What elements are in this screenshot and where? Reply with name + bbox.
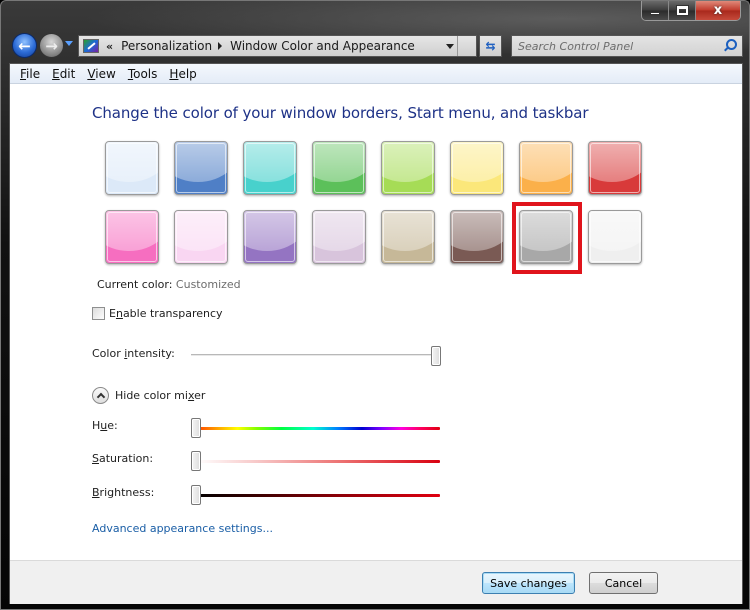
caption-buttons: x [641,1,741,21]
cancel-button[interactable]: Cancel [589,572,658,594]
swatch-inner-border [107,143,157,193]
color-swatch-lavender[interactable] [312,210,366,264]
swatch-inner-border [176,143,226,193]
chevron-up-icon [96,392,105,402]
advanced-appearance-settings-link[interactable]: Advanced appearance settings... [92,522,273,535]
selected-swatch-highlight [512,202,582,274]
color-swatch-leaf[interactable] [312,141,366,195]
refresh-icon: ⇆ [485,39,496,53]
address-bar[interactable]: « Personalization Window Color and Appea… [78,35,477,57]
search-box [511,35,743,57]
enable-transparency-option[interactable]: Enable transparency [92,307,223,320]
saturation-label: Saturation: [92,452,154,465]
content-pane: Change the color of your window borders,… [10,85,742,560]
color-swatch-grid [105,141,655,274]
forward-arrow-icon: → [45,36,58,55]
hue-slider-track[interactable] [196,427,440,430]
color-swatch-twilight[interactable] [174,141,228,195]
collapse-button[interactable] [92,387,109,404]
swatch-inner-border [452,212,502,262]
menu-bar: File Edit View Tools Help [10,64,742,84]
color-swatch-violet[interactable] [243,210,297,264]
swatch-inner-border [314,143,364,193]
client-area: File Edit View Tools Help Change the col… [9,63,743,604]
brightness-label: Brightness: [92,486,155,499]
hide-color-mixer-toggle[interactable]: Hide color mixer [92,387,205,404]
color-intensity-slider-track[interactable] [191,354,436,356]
color-swatch-lime[interactable] [381,141,435,195]
color-intensity-label: Color intensity: [92,347,175,360]
minimize-icon [650,12,660,15]
address-history-dropdown-icon[interactable] [446,44,454,49]
color-swatch-sea[interactable] [243,141,297,195]
search-icon[interactable] [723,39,737,53]
color-swatch-frost[interactable] [588,210,642,264]
color-swatch-pumpkin[interactable] [519,141,573,195]
search-input[interactable] [512,39,723,53]
color-swatch-fuchsia[interactable] [105,210,159,264]
breadcrumb-separator-icon[interactable] [218,42,223,50]
swatch-inner-border [176,212,226,262]
forward-button[interactable]: → [39,33,64,58]
maximize-icon [675,5,689,16]
swatch-inner-border [452,143,502,193]
brightness-slider-track[interactable] [196,494,440,497]
menu-help[interactable]: Help [163,67,202,81]
hide-color-mixer-label: Hide color mixer [115,389,206,402]
enable-transparency-label: Enable transparency [109,307,223,320]
current-color-value: Customized [175,278,241,291]
breadcrumb-overflow-button[interactable]: « [106,40,113,53]
current-color-label: Current color: [97,278,173,291]
color-swatch-taupe[interactable] [381,210,435,264]
color-swatch-ruby[interactable] [588,141,642,195]
maximize-button[interactable] [669,1,696,20]
breadcrumb-personalization[interactable]: Personalization [121,39,212,53]
swatch-inner-border [314,212,364,262]
button-bar: Save changes Cancel [10,560,742,604]
menu-tools[interactable]: Tools [122,67,164,81]
swatch-inner-border [383,212,433,262]
window-frame: x ← → « Personalization Window Color and… [0,0,750,610]
color-swatch-sun[interactable] [450,141,504,195]
brightness-slider-thumb[interactable] [191,485,201,505]
control-panel-icon [83,39,99,53]
refresh-button[interactable]: ⇆ [479,35,502,57]
color-swatch-blush[interactable] [174,210,228,264]
swatch-inner-border [521,143,571,193]
saturation-slider-track[interactable] [196,460,440,463]
swatch-inner-border [245,143,295,193]
color-swatch-sky[interactable] [105,141,159,195]
menu-view[interactable]: View [81,67,121,81]
recent-pages-dropdown[interactable] [65,41,73,46]
breadcrumb-window-color[interactable]: Window Color and Appearance [230,39,415,53]
menu-file[interactable]: File [14,67,46,81]
swatch-inner-border [383,143,433,193]
swatch-inner-border [245,212,295,262]
page-title: Change the color of your window borders,… [92,104,589,122]
swatch-inner-border [590,212,640,262]
saturation-slider-thumb[interactable] [191,451,201,471]
navigation-bar: ← → « Personalization Window Color and A… [9,32,743,58]
swatch-inner-border [107,212,157,262]
swatch-inner-border [590,143,640,193]
minimize-button[interactable] [642,1,669,20]
current-color-status: Current color: Customized [97,278,241,291]
back-button[interactable]: ← [12,33,37,58]
enable-transparency-checkbox[interactable] [92,307,105,320]
hue-slider-thumb[interactable] [191,418,201,438]
close-icon: x [713,3,723,18]
hue-label: Hue: [92,419,118,432]
color-swatch-chocolate[interactable] [450,210,504,264]
menu-edit[interactable]: Edit [46,67,81,81]
save-changes-button[interactable]: Save changes [482,572,575,594]
address-divider [457,36,458,56]
close-button[interactable]: x [696,1,740,20]
back-arrow-icon: ← [18,36,31,55]
color-intensity-slider-thumb[interactable] [431,346,441,366]
